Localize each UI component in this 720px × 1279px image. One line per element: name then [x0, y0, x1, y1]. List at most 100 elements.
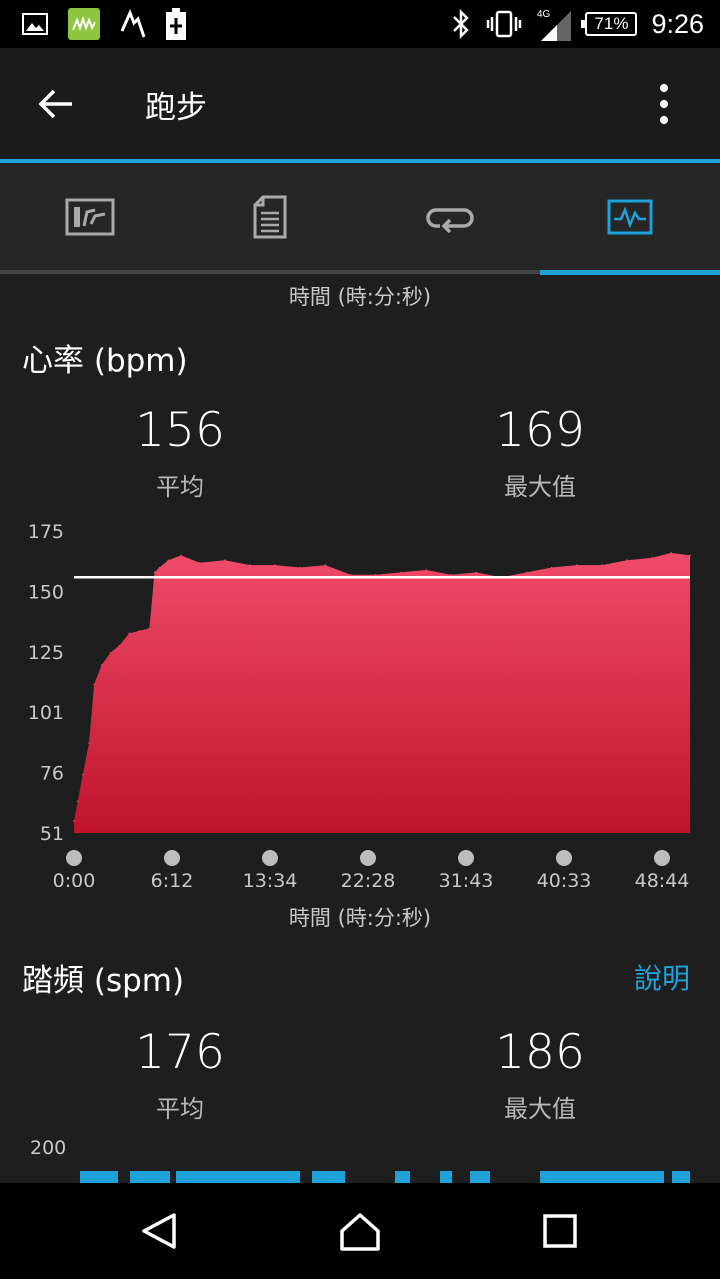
x-tick-dot — [556, 850, 572, 866]
cadence-chart-preview — [80, 1171, 690, 1183]
hr-data-point — [324, 564, 327, 566]
hr-area — [74, 552, 690, 833]
activity-icon — [120, 9, 146, 38]
cadence-y-tick: 200 — [30, 1137, 67, 1159]
cadence-mark — [672, 1171, 690, 1183]
x-tick-dot — [262, 850, 278, 866]
network-type-label: 4G — [537, 9, 551, 20]
bluetooth-icon — [453, 9, 470, 39]
gallery-icon — [22, 13, 48, 35]
cadence-title: 踏頻 (spm) — [22, 963, 185, 999]
hr-avg-value: 156 — [135, 403, 225, 458]
cadence-help-link[interactable]: 說明 — [634, 957, 690, 997]
cadence-mark — [80, 1171, 118, 1183]
app-icon — [68, 8, 100, 40]
cadence-mark — [176, 1171, 300, 1183]
cadence-mark — [395, 1171, 410, 1183]
cadence-avg-label: 平均 — [156, 1095, 204, 1123]
battery-saver-icon — [166, 8, 186, 40]
hr-data-point — [475, 571, 478, 574]
hr-data-point — [374, 574, 377, 576]
app-bar: 跑步 — [0, 48, 720, 159]
x-tick-dot — [66, 850, 82, 866]
x-tick-label: 40:33 — [537, 870, 592, 887]
page-title: 跑步 — [145, 90, 207, 126]
cadence-max-label: 最大值 — [504, 1095, 576, 1123]
graph-icon — [607, 199, 653, 235]
hr-data-point — [425, 569, 427, 571]
vibrate-icon — [487, 10, 522, 38]
y-tick-label: 175 — [28, 521, 64, 543]
scroll-content[interactable]: 時間 (時:分:秒) 心率 (bpm) 156 平均 169 最大值 175 15… — [0, 275, 720, 1183]
hr-avg-label: 平均 — [156, 473, 204, 501]
hr-data-point — [100, 664, 103, 666]
hr-data-point — [77, 800, 79, 803]
status-bar: 4G 71% 9:26 — [0, 0, 720, 48]
hr-data-point — [167, 559, 170, 561]
hr-data-point — [689, 554, 691, 557]
tab-graphs[interactable] — [540, 163, 720, 271]
tab-bar — [0, 163, 720, 271]
hr-data-point — [249, 564, 251, 566]
hr-data-point — [601, 564, 603, 566]
heart-rate-chart: 175 150 125 101 76 51 0:00 6:12 13:34 22:28 31:43 4… — [28, 521, 691, 887]
top-axis-caption: 時間 (時:分:秒) — [288, 285, 432, 309]
cadence-max-value: 186 — [495, 1025, 585, 1080]
battery-indicator: 71% — [581, 12, 638, 36]
x-tick-label: 0:00 — [53, 870, 96, 887]
hr-data-point — [118, 644, 121, 647]
hr-data-point — [82, 773, 84, 776]
status-time: 9:26 — [651, 8, 704, 39]
tab-details[interactable] — [180, 163, 360, 271]
cadence-avg-value: 176 — [135, 1025, 225, 1080]
hr-data-point — [525, 571, 528, 574]
overflow-menu-icon[interactable] — [646, 82, 682, 126]
hr-data-point — [148, 627, 151, 630]
hr-data-point — [670, 552, 672, 554]
details-icon — [253, 195, 287, 239]
hr-data-point — [450, 574, 452, 576]
x-tick-dot — [360, 850, 376, 866]
hr-data-point — [626, 559, 628, 561]
hr-data-point — [73, 820, 75, 822]
x-tick-label: 13:34 — [243, 870, 298, 887]
x-tick-label: 6:12 — [151, 870, 194, 887]
chart-card-icon — [65, 198, 115, 236]
hr-data-point — [198, 561, 201, 564]
cadence-mark — [440, 1171, 452, 1183]
x-tick-label: 48:44 — [635, 870, 690, 887]
hr-data-point — [88, 742, 90, 744]
nav-recents-icon[interactable] — [536, 1207, 584, 1255]
hr-data-point — [349, 574, 352, 576]
nav-back-icon[interactable] — [136, 1207, 184, 1255]
hr-data-point — [109, 652, 112, 654]
cadence-mark — [470, 1171, 490, 1183]
laps-icon — [426, 208, 474, 234]
back-arrow-icon[interactable] — [36, 84, 76, 124]
x-tick-dot — [654, 850, 670, 866]
cadence-mark — [130, 1171, 170, 1183]
hr-x-axis-title: 時間 (時:分:秒) — [288, 906, 432, 930]
x-tick-dot — [164, 850, 180, 866]
cadence-mark — [540, 1171, 664, 1183]
hr-max-label: 最大值 — [504, 473, 576, 501]
hr-data-point — [274, 564, 276, 566]
tab-overview[interactable] — [0, 163, 180, 271]
hr-data-point — [299, 566, 302, 569]
nav-home-icon[interactable] — [336, 1207, 384, 1255]
y-tick-label: 76 — [40, 763, 64, 785]
hr-data-point — [153, 571, 156, 574]
x-tick-label: 31:43 — [439, 870, 494, 887]
hr-data-point — [128, 632, 131, 635]
tab-laps[interactable] — [360, 163, 540, 271]
hr-max-value: 169 — [495, 403, 585, 458]
nav-bar — [0, 1183, 720, 1279]
hr-data-point — [93, 683, 95, 686]
status-right-icons: 4G 71% 9:26 — [451, 8, 704, 41]
signal-icon: 4G — [537, 9, 572, 41]
x-tick-dot — [458, 850, 474, 866]
y-tick-label: 51 — [40, 823, 64, 845]
hr-data-point — [224, 559, 226, 561]
y-tick-label: 101 — [28, 702, 64, 724]
hr-data-point — [400, 571, 402, 574]
